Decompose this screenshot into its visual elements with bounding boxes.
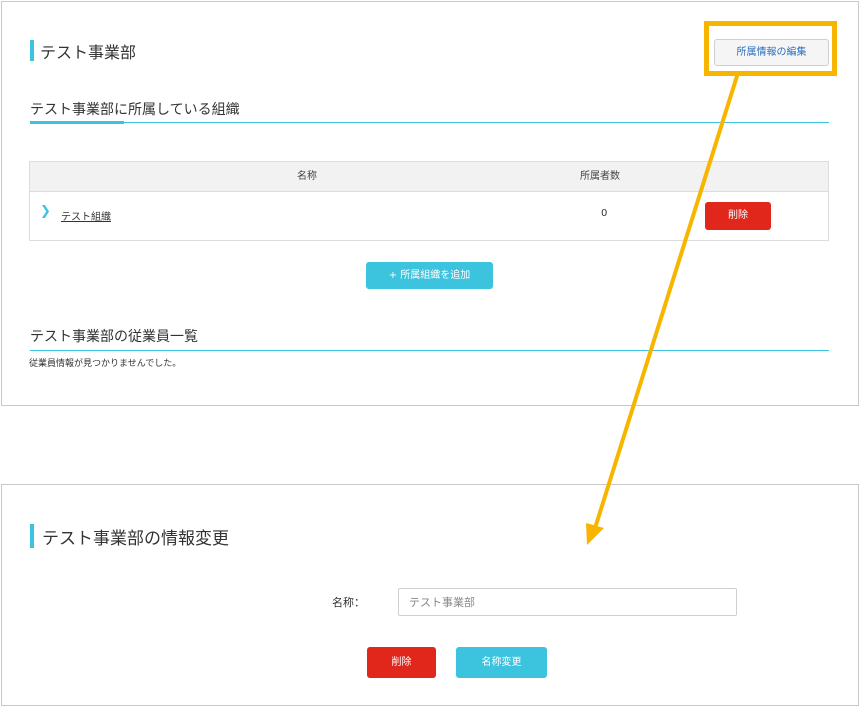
arrow-icon <box>586 74 739 545</box>
